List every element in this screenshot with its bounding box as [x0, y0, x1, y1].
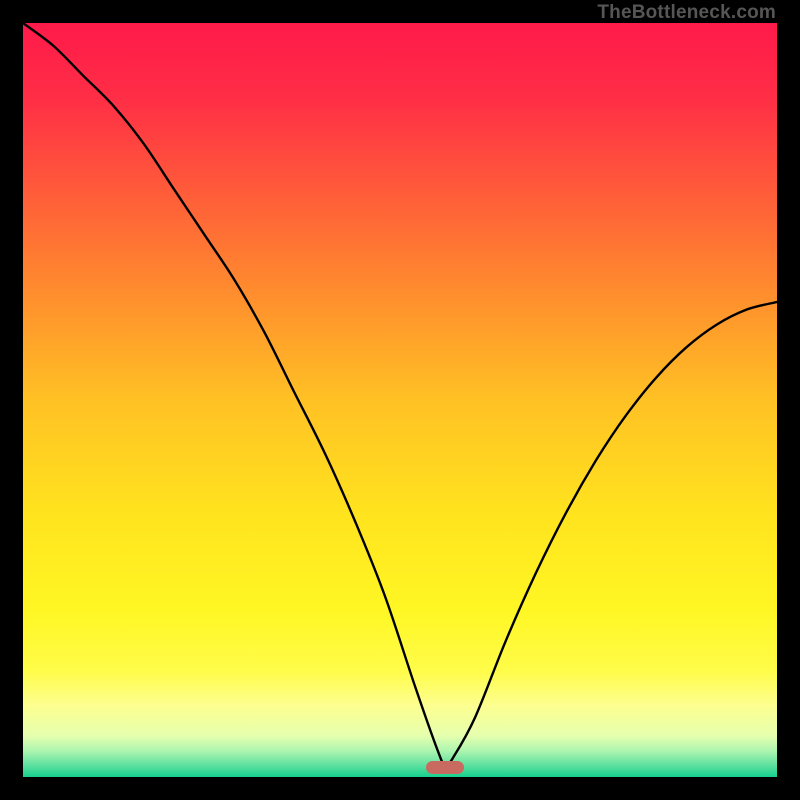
watermark-text: TheBottleneck.com [597, 2, 776, 24]
optimal-marker [426, 761, 464, 774]
bottleneck-curve [23, 23, 777, 777]
plot-area [23, 23, 777, 777]
chart-frame: TheBottleneck.com [0, 0, 800, 800]
